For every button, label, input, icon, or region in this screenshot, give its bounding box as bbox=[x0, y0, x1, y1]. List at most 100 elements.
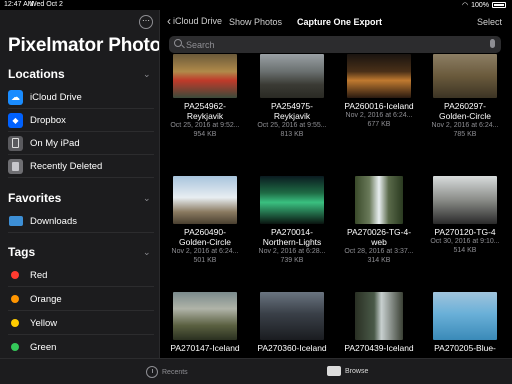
status-date: Wed Oct 2 bbox=[30, 1, 63, 8]
file-item[interactable]: PA270147-Iceland bbox=[163, 292, 247, 353]
select-button[interactable]: Select bbox=[477, 17, 502, 27]
tag-dot-icon bbox=[11, 343, 19, 351]
clock-icon bbox=[146, 366, 158, 378]
trash-icon bbox=[8, 158, 23, 174]
sidebar-item-downloads[interactable]: Downloads bbox=[8, 210, 154, 233]
file-thumbnail[interactable] bbox=[433, 176, 497, 224]
file-size: 813 KB bbox=[280, 131, 304, 138]
more-button[interactable]: ⋯ bbox=[139, 15, 153, 29]
folder-icon bbox=[327, 366, 341, 376]
microphone-icon[interactable] bbox=[490, 39, 495, 48]
tag-dot-icon bbox=[11, 271, 19, 279]
file-item[interactable]: PA254975- Reykjavik Oct 25, 2016 at 9:55..… bbox=[250, 54, 334, 139]
file-name: PA260297- bbox=[444, 101, 486, 111]
file-thumbnail[interactable] bbox=[433, 292, 497, 340]
search-bar[interactable] bbox=[169, 36, 501, 53]
file-date: Nov 2, 2016 at 6:24... bbox=[431, 122, 499, 129]
file-thumbnail[interactable] bbox=[173, 292, 237, 340]
favorites-header[interactable]: Favorites bbox=[8, 191, 61, 205]
tag-yellow[interactable]: Yellow bbox=[8, 312, 154, 335]
tag-green[interactable]: Green bbox=[8, 336, 154, 358]
file-date: Nov 2, 2016 at 6:28... bbox=[258, 248, 326, 255]
file-name: PA270147-Iceland bbox=[170, 343, 240, 353]
sidebar-item-recently-deleted[interactable]: Recently Deleted bbox=[8, 155, 154, 178]
file-item[interactable]: PA260016-Iceland Nov 2, 2016 at 6:24... 67… bbox=[337, 54, 421, 129]
file-size: 785 KB bbox=[453, 131, 477, 138]
file-size: 677 KB bbox=[367, 121, 391, 128]
file-item[interactable]: PA270120-TG-4 Oct 30, 2016 at 9:10... 514 … bbox=[423, 176, 507, 255]
file-item[interactable]: PA270014- Northern-Lights Nov 2, 2016 at 6… bbox=[250, 176, 334, 265]
file-date: Oct 28, 2016 at 3:37... bbox=[344, 248, 414, 255]
file-name: Northern-Lights bbox=[262, 237, 322, 247]
tab-browse[interactable]: Browse bbox=[327, 366, 368, 376]
file-item[interactable]: PA254962- Reykjavik Oct 25, 2016 at 9:52..… bbox=[163, 54, 247, 139]
file-grid: PA254962- Reykjavik Oct 25, 2016 at 9:52..… bbox=[161, 54, 512, 358]
file-item[interactable]: PA270205-Blue- bbox=[423, 292, 507, 353]
tag-label: Red bbox=[30, 269, 48, 281]
file-name: Reykjavik bbox=[186, 111, 224, 121]
file-date: Oct 25, 2016 at 9:52... bbox=[170, 122, 240, 129]
sidebar-item-label: Recently Deleted bbox=[30, 160, 103, 172]
file-item[interactable]: PA260490- Golden-Circle Nov 2, 2016 at 6:2… bbox=[163, 176, 247, 265]
file-thumbnail[interactable] bbox=[355, 176, 403, 224]
file-name: Golden-Circle bbox=[179, 237, 231, 247]
file-item[interactable]: PA270026-TG-4- web Oct 28, 2016 at 3:37...… bbox=[337, 176, 421, 265]
tag-orange[interactable]: Orange bbox=[8, 288, 154, 311]
sidebar-item-on-my-ipad[interactable]: On My iPad bbox=[8, 132, 154, 155]
file-thumbnail[interactable] bbox=[173, 54, 237, 98]
tag-red[interactable]: Red bbox=[8, 264, 154, 287]
folder-icon bbox=[8, 214, 23, 229]
tab-recents-label: Recents bbox=[162, 368, 188, 376]
file-size: 314 KB bbox=[367, 257, 391, 264]
file-item[interactable]: PA270439-Iceland bbox=[337, 292, 421, 353]
file-name: PA254962- bbox=[184, 101, 226, 111]
wifi-icon: ◠ bbox=[461, 2, 469, 9]
file-thumbnail[interactable] bbox=[347, 54, 411, 98]
file-name: PA270205-Blue- bbox=[434, 343, 496, 353]
sidebar-item-label: Downloads bbox=[30, 215, 77, 227]
page-title: Capture One Export bbox=[297, 17, 383, 27]
file-name: PA270439-Iceland bbox=[344, 343, 414, 353]
sidebar-item-icloud-drive[interactable]: ☁ iCloud Drive bbox=[8, 86, 154, 109]
file-date: Nov 2, 2016 at 6:24... bbox=[345, 112, 413, 119]
search-input[interactable] bbox=[186, 38, 476, 51]
file-name: Golden-Circle bbox=[439, 111, 491, 121]
sidebar-item-label: Dropbox bbox=[30, 114, 66, 126]
file-name: PA270026-TG-4- bbox=[346, 227, 412, 237]
file-item[interactable]: PA270360-Iceland bbox=[250, 292, 334, 353]
file-name: PA260490- bbox=[184, 227, 226, 237]
file-name: PA270360-Iceland bbox=[257, 343, 327, 353]
dropbox-icon: ◆ bbox=[8, 112, 23, 128]
file-size: 514 KB bbox=[453, 247, 477, 254]
file-name: PA260016-Iceland bbox=[344, 101, 414, 111]
file-item[interactable]: PA260297- Golden-Circle Nov 2, 2016 at 6:2… bbox=[423, 54, 507, 139]
icloud-icon: ☁ bbox=[8, 89, 23, 105]
file-thumbnail[interactable] bbox=[355, 292, 403, 340]
file-name: PA254975- bbox=[271, 101, 313, 111]
file-thumbnail[interactable] bbox=[260, 54, 324, 98]
locations-header[interactable]: Locations bbox=[8, 67, 65, 81]
file-thumbnail[interactable] bbox=[173, 176, 237, 224]
main-pane: ‹ iCloud Drive Show Photos Capture One E… bbox=[161, 10, 512, 358]
sidebar: ⋯ Pixelmator Photo Locations ⌄ ☁ iCloud … bbox=[0, 10, 160, 358]
file-thumbnail[interactable] bbox=[433, 54, 497, 98]
tab-recents[interactable]: Recents bbox=[146, 366, 188, 378]
back-button[interactable]: ‹ iCloud Drive bbox=[167, 15, 222, 27]
tag-label: Yellow bbox=[30, 317, 58, 329]
ipad-icon bbox=[8, 135, 23, 151]
favorites-chevron-icon[interactable]: ⌄ bbox=[143, 193, 151, 204]
file-name: PA270014- bbox=[271, 227, 313, 237]
file-name: web bbox=[371, 237, 387, 247]
locations-chevron-icon[interactable]: ⌄ bbox=[143, 69, 151, 80]
file-thumbnail[interactable] bbox=[260, 292, 324, 340]
tags-header[interactable]: Tags bbox=[8, 245, 35, 259]
tag-dot-icon bbox=[11, 295, 19, 303]
show-photos-button[interactable]: Show Photos bbox=[229, 17, 282, 27]
file-name: PA270120-TG-4 bbox=[434, 227, 496, 237]
sidebar-item-label: On My iPad bbox=[30, 137, 80, 149]
sidebar-item-dropbox[interactable]: ◆ Dropbox bbox=[8, 109, 154, 132]
tags-chevron-icon[interactable]: ⌄ bbox=[143, 247, 151, 258]
tab-browse-label: Browse bbox=[345, 367, 369, 375]
file-thumbnail[interactable] bbox=[260, 176, 324, 224]
file-size: 954 KB bbox=[193, 131, 217, 138]
